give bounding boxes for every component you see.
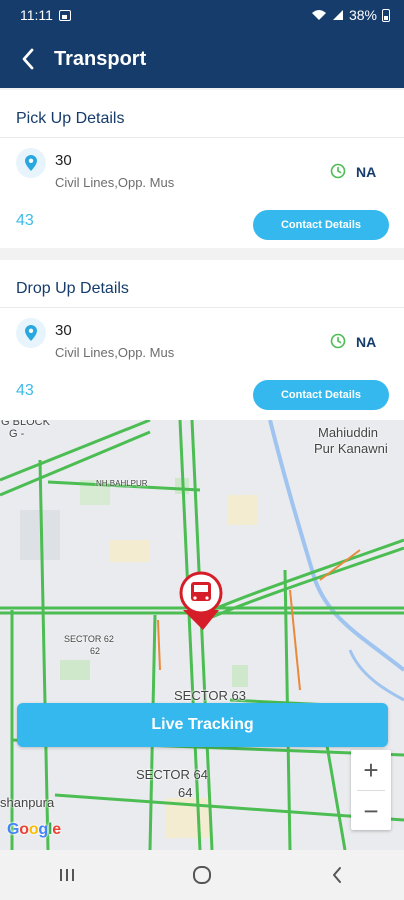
pickup-stop-number: 30 xyxy=(55,152,72,169)
clock-icon xyxy=(330,163,346,179)
drop-footer: 43 Contact Details xyxy=(0,368,404,418)
drop-time: NA xyxy=(356,334,377,350)
map-label-sector64-num: 64 xyxy=(178,785,193,800)
drop-count: 43 xyxy=(16,382,34,399)
map-label-sector64: SECTOR 64 xyxy=(136,767,209,782)
zoom-controls: + − xyxy=(351,750,391,830)
zoom-in-button[interactable]: + xyxy=(351,750,391,790)
drop-heading: Drop Up Details xyxy=(0,260,404,308)
map-label-sector63: SECTOR 63 xyxy=(174,688,247,703)
location-pin-icon xyxy=(16,148,46,178)
wifi-icon xyxy=(311,10,326,20)
live-tracking-button[interactable]: Live Tracking xyxy=(17,703,388,747)
pickup-stop-row: 30 Civil Lines,Opp. Mus NA xyxy=(0,138,404,198)
bus-location-marker[interactable] xyxy=(179,571,223,630)
battery-percent: 38% xyxy=(348,7,377,23)
home-icon xyxy=(192,866,211,884)
map-label-pur-kanawni: Pur Kanawni xyxy=(314,441,388,456)
zoom-out-button[interactable]: − xyxy=(351,791,391,831)
map-label-g: G - xyxy=(9,428,25,440)
map-label-nh-area: NH BAHLPUR xyxy=(96,479,148,488)
pickup-contact-details-button[interactable]: Contact Details xyxy=(253,210,389,240)
pickup-address: Civil Lines,Opp. Mus xyxy=(55,175,175,190)
drop-card: Drop Up Details 30 Civil Lines,Opp. Mus … xyxy=(0,260,404,420)
drop-stop-row: 30 Civil Lines,Opp. Mus NA xyxy=(0,308,404,368)
map-label-sector62: SECTOR 62 xyxy=(64,634,114,644)
map-view[interactable]: G BLOCK G - NH BAHLPUR Mahiuddin Pur Kan… xyxy=(0,420,404,850)
pickup-count: 43 xyxy=(16,212,34,229)
system-back-button[interactable] xyxy=(307,855,367,895)
map-roads xyxy=(0,420,404,850)
app-bar: Transport xyxy=(0,30,404,88)
map-label-mahiuddin: Mahiuddin xyxy=(318,425,378,440)
status-time: 11:11 xyxy=(20,7,53,23)
map-label-g-block: G BLOCK xyxy=(1,420,50,428)
map-label-shanpura: shanpura xyxy=(0,795,55,810)
location-pin-icon xyxy=(16,318,46,348)
recent-apps-icon xyxy=(60,869,75,881)
page-title: Transport xyxy=(54,47,147,70)
status-bar: 11:11 38% xyxy=(0,0,404,30)
recent-apps-button[interactable] xyxy=(37,855,97,895)
signal-icon xyxy=(332,10,343,20)
home-button[interactable] xyxy=(172,855,232,895)
chevron-left-icon xyxy=(22,48,34,70)
drop-address: Civil Lines,Opp. Mus xyxy=(55,345,175,360)
google-logo: Google xyxy=(7,821,61,838)
pickup-card: Pick Up Details 30 Civil Lines,Opp. Mus … xyxy=(0,90,404,248)
system-nav-bar xyxy=(0,850,404,900)
battery-icon xyxy=(382,8,390,22)
back-arrow-icon xyxy=(332,867,341,883)
drop-stop-number: 30 xyxy=(55,322,72,339)
pickup-footer: 43 Contact Details xyxy=(0,198,404,248)
drop-contact-details-button[interactable]: Contact Details xyxy=(253,380,389,410)
gallery-notification-icon xyxy=(58,9,71,21)
pickup-heading: Pick Up Details xyxy=(0,90,404,138)
pickup-time: NA xyxy=(356,164,377,180)
back-button[interactable] xyxy=(0,30,56,88)
map-label-sector62-num: 62 xyxy=(90,646,101,656)
clock-icon xyxy=(330,333,346,349)
